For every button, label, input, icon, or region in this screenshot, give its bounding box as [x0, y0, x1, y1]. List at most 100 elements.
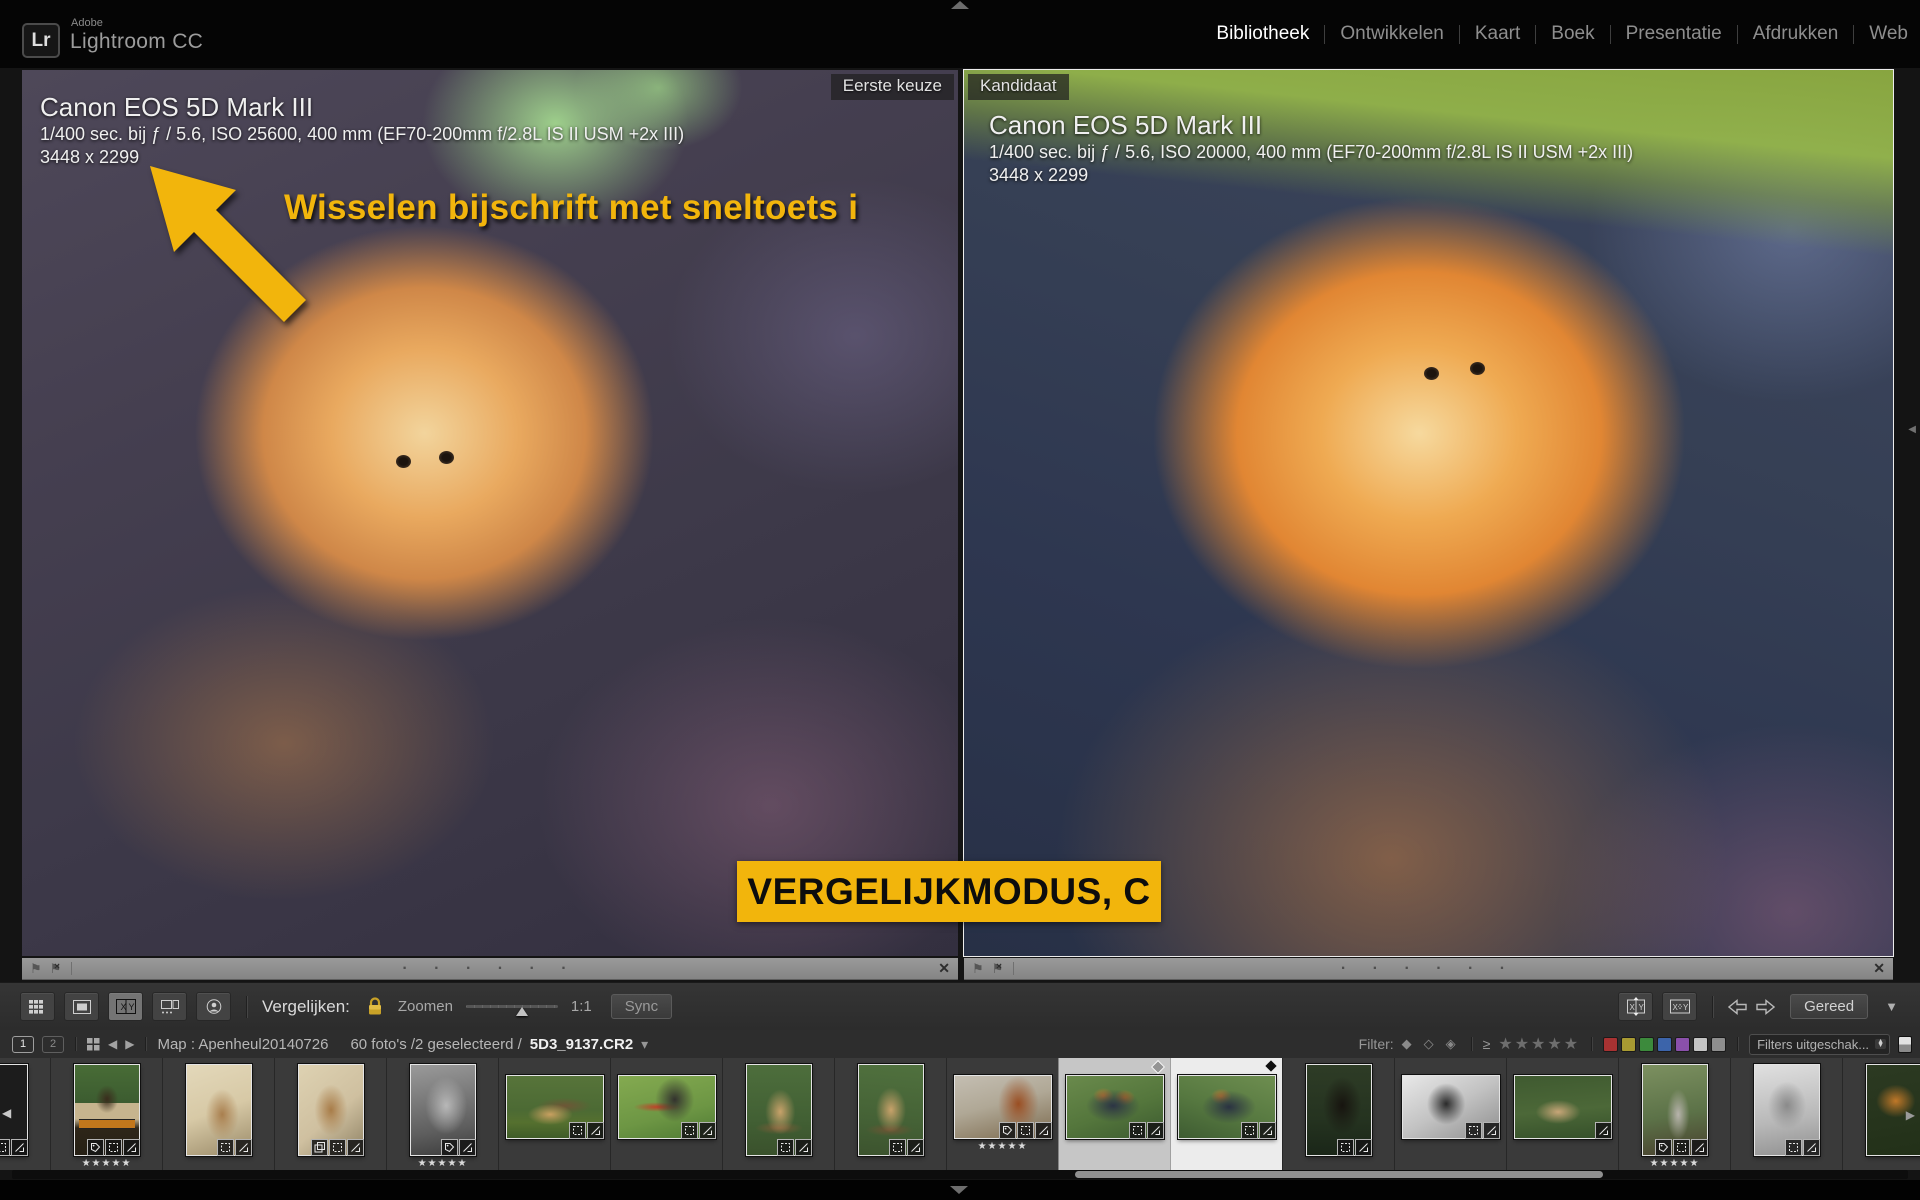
back-arrow-button[interactable]: ◀ [108, 1037, 117, 1051]
crop-badge-icon[interactable] [569, 1122, 586, 1139]
tag-badge-icon[interactable] [999, 1122, 1016, 1139]
develop-badge-icon[interactable] [123, 1139, 140, 1156]
photo-thumbnail[interactable] [506, 1075, 604, 1139]
develop-badge-icon[interactable] [235, 1139, 252, 1156]
filmstrip-scroll-right-button[interactable]: ▶ [1906, 1108, 1915, 1122]
filmstrip-scroll-left-button[interactable]: ◀ [2, 1106, 11, 1120]
crop-badge-icon[interactable] [0, 1139, 10, 1156]
filmstrip-cell[interactable] [722, 1058, 834, 1170]
crop-badge-icon[interactable] [1465, 1122, 1482, 1139]
crop-badge-icon[interactable] [1337, 1139, 1354, 1156]
zoom-slider[interactable] [466, 1005, 558, 1008]
filmstrip-cell[interactable] [1394, 1058, 1506, 1170]
photo-thumbnail[interactable] [1066, 1075, 1164, 1139]
develop-badge-icon[interactable] [347, 1139, 364, 1156]
previous-photo-button[interactable] [1728, 999, 1747, 1015]
done-button[interactable]: Gereed [1790, 994, 1868, 1019]
filmstrip-cell[interactable] [1506, 1058, 1618, 1170]
loupe-view-button[interactable] [64, 992, 99, 1021]
compare-view-button[interactable]: X Y [108, 992, 143, 1021]
color-label-swatch[interactable] [1603, 1037, 1618, 1052]
develop-badge-icon[interactable] [699, 1122, 716, 1139]
make-candidate-select-button[interactable]: X Y [1662, 992, 1697, 1021]
color-label-swatch[interactable] [1639, 1037, 1654, 1052]
module-bibliotheek[interactable]: Bibliotheek [1216, 23, 1309, 45]
develop-badge-icon[interactable] [587, 1122, 604, 1139]
photo-thumbnail[interactable] [1754, 1064, 1820, 1156]
develop-badge-icon[interactable] [1803, 1139, 1820, 1156]
people-view-button[interactable] [196, 992, 231, 1021]
photo-thumbnail[interactable] [1306, 1064, 1372, 1156]
photo-thumbnail[interactable] [1402, 1075, 1500, 1139]
filmstrip-cell[interactable] [498, 1058, 610, 1170]
filter-preset-dropdown[interactable]: Filters uitgeschak... ▲▼ [1749, 1034, 1890, 1055]
rating-dots[interactable]: · · · · · · [402, 960, 577, 978]
filter-flag-reject-icon[interactable]: ◈ [1446, 1036, 1460, 1052]
filmstrip-cell[interactable]: ★★★★★ [1618, 1058, 1730, 1170]
crop-badge-icon[interactable] [777, 1139, 794, 1156]
develop-badge-icon[interactable] [907, 1139, 924, 1156]
crop-badge-icon[interactable] [1673, 1139, 1690, 1156]
filter-flag-pick-icon[interactable]: ◆ [1402, 1036, 1416, 1052]
photo-thumbnail[interactable] [858, 1064, 924, 1156]
toolbar-options-caret[interactable]: ▼ [1885, 999, 1898, 1014]
filmstrip-cell[interactable]: ★★★★★ [946, 1058, 1058, 1170]
zoom-slider-thumb[interactable] [516, 1007, 528, 1016]
photo-thumbnail[interactable] [186, 1064, 252, 1156]
top-panel-toggle-icon[interactable] [951, 1, 969, 9]
flag-reject-icon[interactable]: ⚑✕ [50, 962, 62, 975]
sync-button[interactable]: Sync [611, 994, 672, 1019]
photo-thumbnail[interactable] [410, 1064, 476, 1156]
deselect-photo-button[interactable]: ✕ [1873, 960, 1885, 977]
develop-badge-icon[interactable] [795, 1139, 812, 1156]
filter-star-rating[interactable]: ★★★★★ [1498, 1034, 1580, 1054]
flag-pick-icon[interactable]: ⚑ [972, 962, 984, 975]
photo-thumbnail[interactable] [954, 1075, 1052, 1139]
filmstrip-cell[interactable]: ★★★★★ [50, 1058, 162, 1170]
develop-badge-icon[interactable] [1595, 1122, 1612, 1139]
develop-badge-icon[interactable] [1691, 1139, 1708, 1156]
crop-badge-icon[interactable] [217, 1139, 234, 1156]
filmstrip-cell[interactable] [1282, 1058, 1394, 1170]
photo-thumbnail[interactable] [618, 1075, 716, 1139]
develop-badge-icon[interactable] [1147, 1122, 1164, 1139]
module-ontwikkelen[interactable]: Ontwikkelen [1340, 23, 1444, 45]
filmstrip-cell[interactable]: ★★★★★ [386, 1058, 498, 1170]
photo-thumbnail[interactable] [746, 1064, 812, 1156]
filmstrip-cell[interactable] [834, 1058, 946, 1170]
develop-badge-icon[interactable] [11, 1139, 28, 1156]
filmstrip-source-caret[interactable]: ▾ [641, 1036, 648, 1053]
develop-badge-icon[interactable] [1355, 1139, 1372, 1156]
filter-toggle-switch[interactable] [1898, 1036, 1912, 1053]
module-boek[interactable]: Boek [1551, 23, 1594, 45]
filmstrip-cell[interactable] [1058, 1058, 1170, 1170]
photo-thumbnail[interactable] [1514, 1075, 1612, 1139]
develop-badge-icon[interactable] [459, 1139, 476, 1156]
photo-thumbnail[interactable] [1642, 1064, 1708, 1156]
filmstrip-cell[interactable] [162, 1058, 274, 1170]
rating-dots[interactable]: · · · · · · [1341, 960, 1516, 978]
compare-select-pane[interactable]: Canon EOS 5D Mark III 1/400 sec. bij ƒ /… [22, 70, 958, 956]
flag-reject-icon[interactable]: ⚑✕ [992, 962, 1004, 975]
crop-badge-icon[interactable] [889, 1139, 906, 1156]
photo-thumbnail[interactable] [1178, 1075, 1276, 1139]
next-photo-button[interactable] [1756, 999, 1775, 1015]
swap-select-candidate-button[interactable]: X Y [1618, 992, 1653, 1021]
forward-arrow-button[interactable]: ▶ [125, 1037, 134, 1051]
module-web[interactable]: Web [1869, 23, 1908, 45]
tag-badge-icon[interactable] [441, 1139, 458, 1156]
crop-badge-icon[interactable] [329, 1139, 346, 1156]
color-label-swatch[interactable] [1711, 1037, 1726, 1052]
survey-view-button[interactable] [152, 992, 187, 1021]
crop-badge-icon[interactable] [105, 1139, 122, 1156]
thumbnail-star-rating[interactable]: ★★★★★ [1619, 1158, 1730, 1169]
copy-badge-icon[interactable] [311, 1139, 328, 1156]
module-kaart[interactable]: Kaart [1475, 23, 1520, 45]
photo-thumbnail[interactable] [298, 1064, 364, 1156]
thumbnail-star-rating[interactable]: ★★★★★ [947, 1141, 1058, 1152]
filmstrip-scrollbar-thumb[interactable] [1075, 1171, 1603, 1178]
crop-badge-icon[interactable] [681, 1122, 698, 1139]
grid-view-button[interactable] [20, 992, 55, 1021]
color-label-swatch[interactable] [1675, 1037, 1690, 1052]
filter-flag-unflagged-icon[interactable]: ◇ [1424, 1036, 1438, 1052]
